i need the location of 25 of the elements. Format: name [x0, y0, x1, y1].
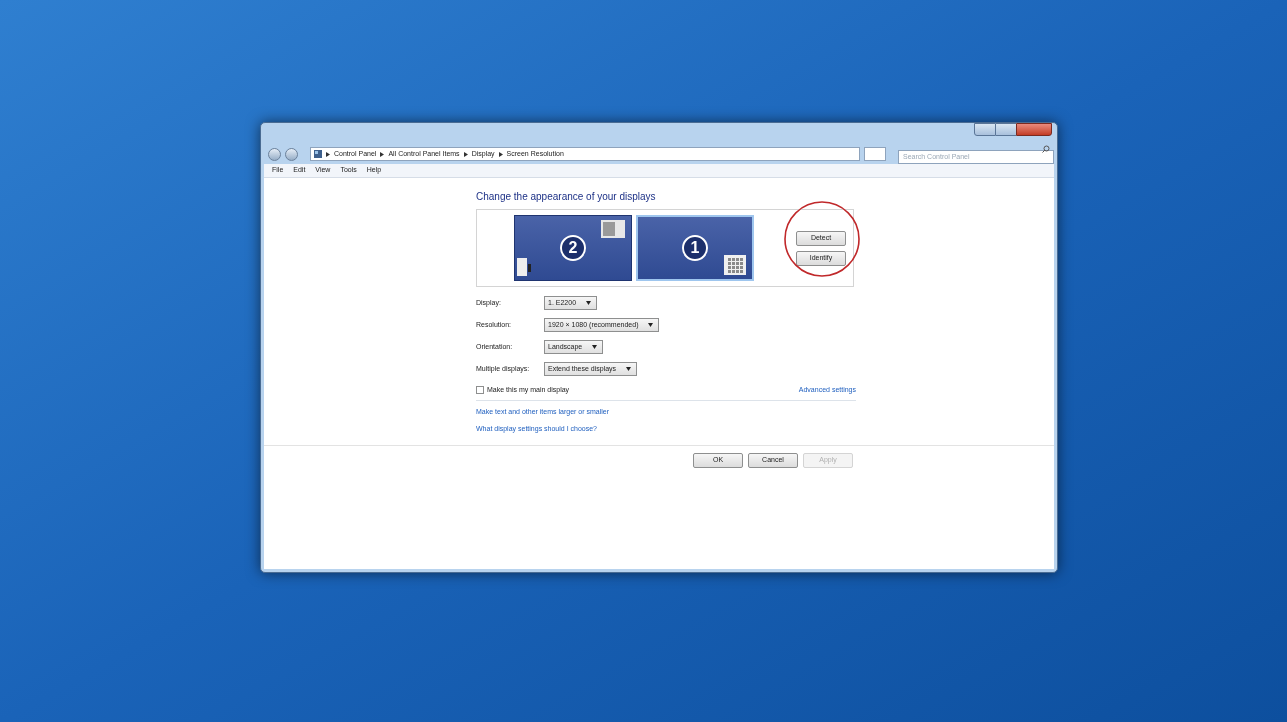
close-button[interactable]: [1016, 123, 1052, 136]
control-panel-icon: [314, 150, 322, 158]
back-button[interactable]: [268, 147, 281, 161]
monitor-tile[interactable]: 1: [636, 215, 754, 281]
dropdown-caret-icon: [592, 345, 598, 349]
maximize-button[interactable]: [996, 123, 1016, 136]
dropdown-caret-icon: [626, 367, 632, 371]
breadcrumb-arrow-icon: [380, 151, 385, 157]
breadcrumb-arrow-icon: [326, 151, 330, 157]
forward-button[interactable]: [285, 147, 298, 161]
window-thumbnail-icon: [601, 220, 625, 238]
search-icon: [1042, 145, 1050, 153]
breadcrumb-arrow-icon: [463, 151, 468, 157]
dropdown-caret-icon: [586, 301, 592, 305]
grid-thumbnail-icon: [724, 255, 746, 275]
monitor-number: 1: [682, 235, 708, 261]
window-thumbnail-icon: [517, 258, 531, 276]
monitor-number: 2: [560, 235, 586, 261]
dropdown-caret-icon: [648, 323, 654, 327]
checkbox[interactable]: [476, 386, 484, 395]
refresh-button[interactable]: [864, 147, 886, 161]
monitor-tile[interactable]: 2: [514, 215, 632, 281]
breadcrumb-arrow-icon: [498, 151, 503, 157]
page-heading: Change the appearance of your displays: [476, 190, 657, 204]
minimize-button[interactable]: [974, 123, 996, 136]
